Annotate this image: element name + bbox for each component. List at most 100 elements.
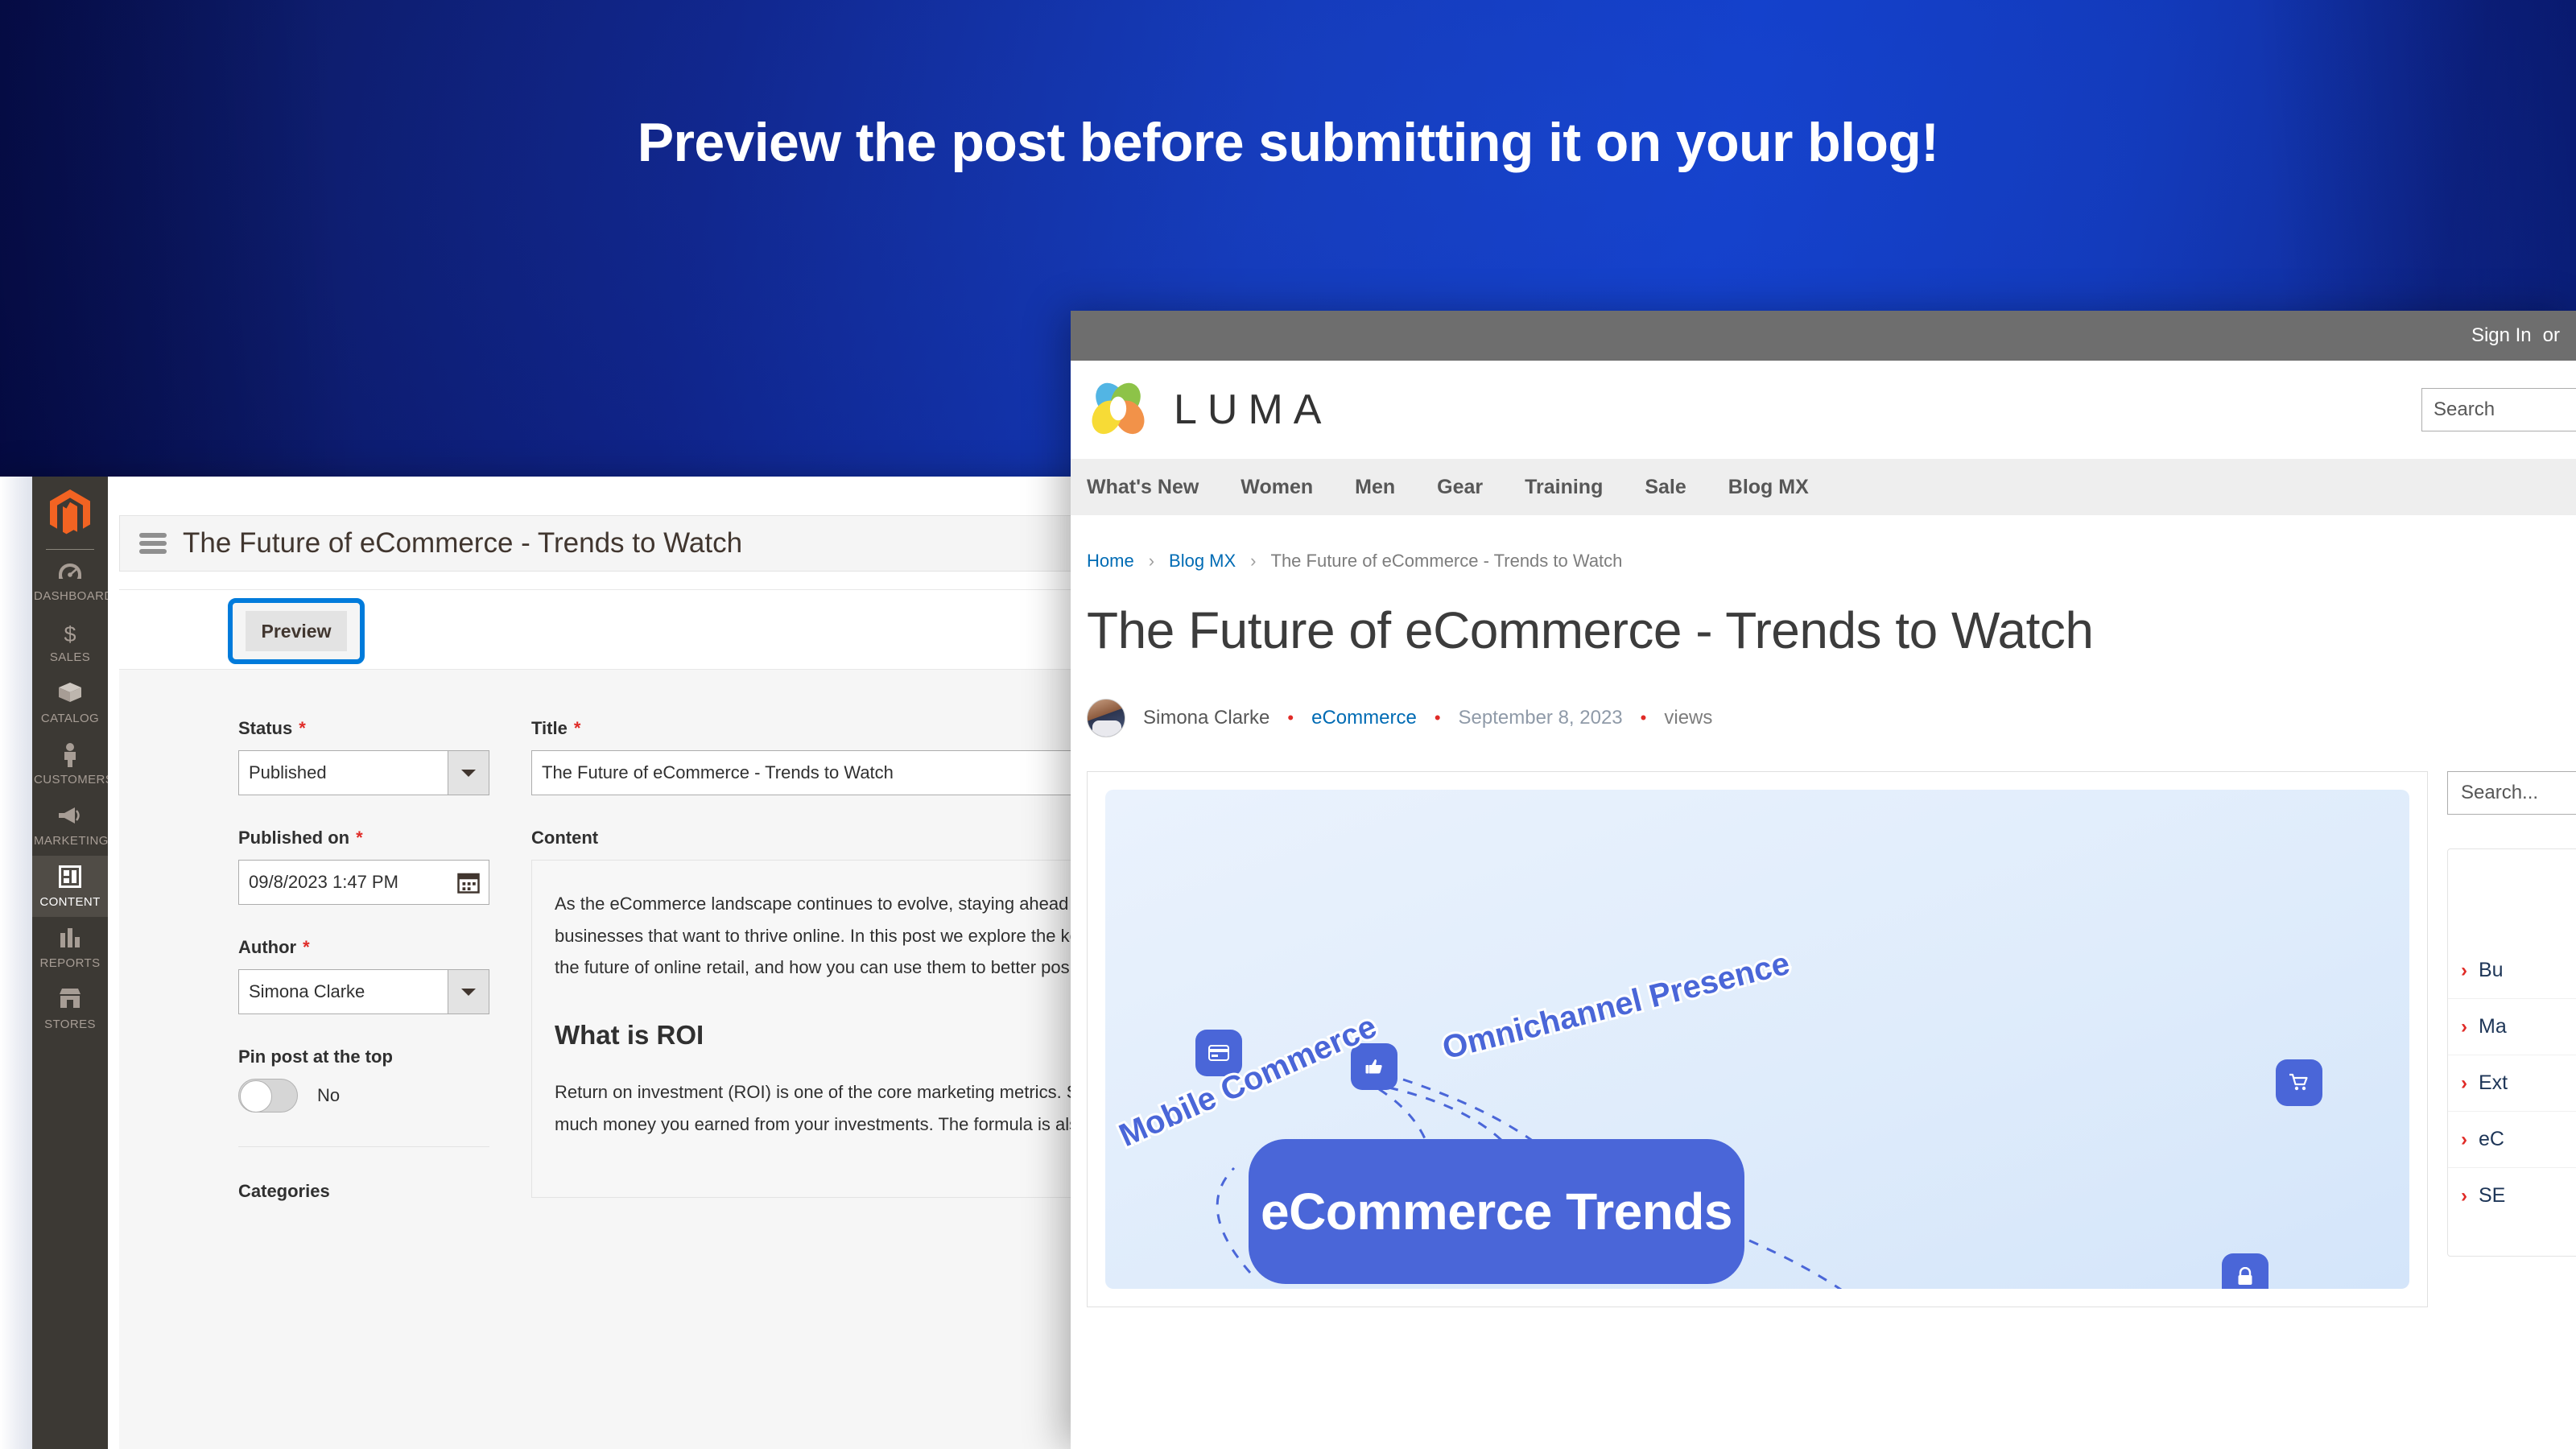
post-title: The Future of eCommerce - Trends to Watc… — [1087, 601, 2094, 659]
gauge-icon — [34, 559, 106, 587]
post-category[interactable]: eCommerce — [1311, 707, 1417, 729]
sidebar-item-label: REPORTS — [39, 956, 101, 970]
pin-post-value: No — [317, 1085, 341, 1105]
storefront-preview-window: Sign In or LUMA Search What's New Women … — [1071, 311, 2576, 1449]
nav-item-women[interactable]: Women — [1241, 476, 1313, 499]
author-label: Author * — [238, 937, 310, 957]
post-featured-image: Mobile Commerce Omnichannel Presence eCo… — [1087, 771, 2428, 1307]
magento-logo-icon[interactable] — [32, 483, 108, 543]
sidebar-item-reports[interactable]: REPORTS — [32, 917, 108, 978]
published-on-value: 09/8/2023 1:47 PM — [249, 872, 398, 892]
chevron-right-icon: › — [1250, 551, 1257, 571]
storefront-body: Home › Blog MX › The Future of eCommerce… — [1071, 515, 2576, 1307]
admin-page-title: The Future of eCommerce - Trends to Watc… — [183, 527, 743, 559]
required-marker: * — [303, 937, 310, 957]
luma-rings-icon[interactable] — [1087, 378, 1150, 441]
chevron-right-icon: › — [2461, 1071, 2467, 1094]
page-title: Preview the post before submitting it on… — [637, 112, 1939, 173]
dollar-icon: $ — [64, 622, 76, 646]
chevron-right-icon: › — [2461, 959, 2467, 981]
breadcrumb: Home › Blog MX › The Future of eCommerce… — [1087, 551, 2576, 572]
status-select[interactable]: Published — [238, 750, 489, 795]
pin-post-label: Pin post at the top — [238, 1046, 393, 1067]
sidebar-item-sales[interactable]: $ SALES — [32, 611, 108, 672]
chevron-down-icon[interactable] — [448, 969, 489, 1014]
title-value: The Future of eCommerce - Trends to Watc… — [542, 762, 894, 782]
chevron-down-icon[interactable] — [448, 750, 489, 795]
sidebar-links-panel: › Bu › Ma › Ext › eC › SE — [2447, 848, 2576, 1257]
post-views: views — [1664, 707, 1713, 729]
sidebar-item-label: MARKETING — [34, 834, 109, 848]
meta-separator: • — [1640, 708, 1647, 728]
required-marker: * — [299, 718, 306, 738]
header-search-input[interactable]: Search — [2421, 388, 2576, 431]
post-body-wrap: Mobile Commerce Omnichannel Presence eCo… — [1087, 771, 2576, 1307]
form-left-column: Status * Published Published on * 09/8/202… — [119, 718, 489, 1449]
nav-item-sale[interactable]: Sale — [1645, 476, 1686, 499]
sidebar-item-catalog[interactable]: CATALOG — [32, 672, 108, 733]
nav-item-whats-new[interactable]: What's New — [1087, 476, 1199, 499]
meta-separator: • — [1434, 708, 1441, 728]
sign-in-link[interactable]: Sign In — [2471, 324, 2532, 347]
sidebar-item-marketing[interactable]: MARKETING — [32, 795, 108, 856]
nav-item-men[interactable]: Men — [1355, 476, 1395, 499]
sidebar-item-label: SALES — [49, 650, 91, 664]
sidebar-link-label: Bu — [2479, 959, 2504, 981]
nav-item-gear[interactable]: Gear — [1437, 476, 1483, 499]
status-value: Published — [249, 762, 327, 782]
ecommerce-trends-infographic: Mobile Commerce Omnichannel Presence eCo… — [1105, 790, 2409, 1289]
sidebar-item-content[interactable]: CONTENT — [32, 856, 108, 917]
breadcrumb-blog-mx[interactable]: Blog MX — [1169, 551, 1236, 572]
hamburger-menu-icon[interactable] — [139, 533, 167, 554]
preview-button[interactable]: Preview — [246, 611, 347, 651]
sidebar-link-label: Ma — [2479, 1015, 2507, 1038]
pin-post-toggle[interactable] — [238, 1079, 298, 1113]
preview-button-focus-ring: Preview — [228, 598, 365, 664]
box-icon — [34, 682, 106, 709]
sidebar-link[interactable]: › Ma — [2448, 999, 2576, 1055]
published-on-input[interactable]: 09/8/2023 1:47 PM — [238, 860, 489, 905]
nav-item-blog-mx[interactable]: Blog MX — [1728, 476, 1809, 499]
storefront-header: LUMA Search — [1071, 361, 2576, 459]
post-author: Simona Clarke — [1143, 707, 1270, 729]
admin-sidebar: DASHBOARD $ SALES CATALOG CUSTOMERS MARK… — [32, 477, 114, 1449]
nav-item-training[interactable]: Training — [1525, 476, 1603, 499]
post-meta: Simona Clarke • eCommerce • September 8,… — [1087, 699, 2576, 737]
sidebar-link[interactable]: › Ext — [2448, 1055, 2576, 1112]
form-divider — [238, 1146, 489, 1147]
calendar-icon[interactable] — [456, 870, 481, 894]
breadcrumb-current: The Future of eCommerce - Trends to Watc… — [1270, 551, 1623, 571]
sidebar-item-dashboard[interactable]: DASHBOARD — [32, 550, 113, 611]
sidebar-item-customers[interactable]: CUSTOMERS — [32, 733, 114, 795]
sidebar-item-label: CATALOG — [40, 712, 100, 725]
avatar-icon — [1087, 699, 1125, 737]
post-sidebar: Search... › Bu › Ma › Ext › eC › SE — [2447, 771, 2576, 1307]
required-marker: * — [573, 718, 581, 738]
sidebar-item-stores[interactable]: STORES — [32, 978, 108, 1039]
author-value: Simona Clarke — [249, 981, 365, 1001]
status-label: Status * — [238, 718, 306, 738]
person-icon — [34, 743, 106, 770]
sidebar-item-label: STORES — [44, 1018, 96, 1031]
luma-wordmark: LUMA — [1174, 386, 1332, 433]
chevron-right-icon: › — [2461, 1128, 2467, 1150]
post-date: September 8, 2023 — [1458, 707, 1623, 729]
sidebar-link[interactable]: › Bu — [2448, 943, 2576, 999]
layout-icon — [34, 865, 106, 893]
storefront-topbar: Sign In or — [1071, 311, 2576, 361]
bar-chart-icon — [34, 927, 106, 954]
published-on-label: Published on * — [238, 828, 363, 848]
chevron-right-icon: › — [2461, 1184, 2467, 1207]
sidebar-link-label: Ext — [2479, 1071, 2508, 1094]
sidebar-link[interactable]: › eC — [2448, 1112, 2576, 1168]
meta-separator: • — [1287, 708, 1294, 728]
storefront-nav: What's New Women Men Gear Training Sale … — [1071, 459, 2576, 515]
sidebar-search-input[interactable]: Search... — [2447, 771, 2576, 815]
author-select[interactable]: Simona Clarke — [238, 969, 489, 1014]
sidebar-link[interactable]: › SE — [2448, 1168, 2576, 1224]
sidebar-item-label: CONTENT — [39, 895, 101, 909]
sidebar-item-label: CUSTOMERS — [34, 773, 114, 786]
required-marker: * — [356, 828, 363, 848]
breadcrumb-home[interactable]: Home — [1087, 551, 1134, 572]
chevron-right-icon: › — [1148, 551, 1155, 571]
